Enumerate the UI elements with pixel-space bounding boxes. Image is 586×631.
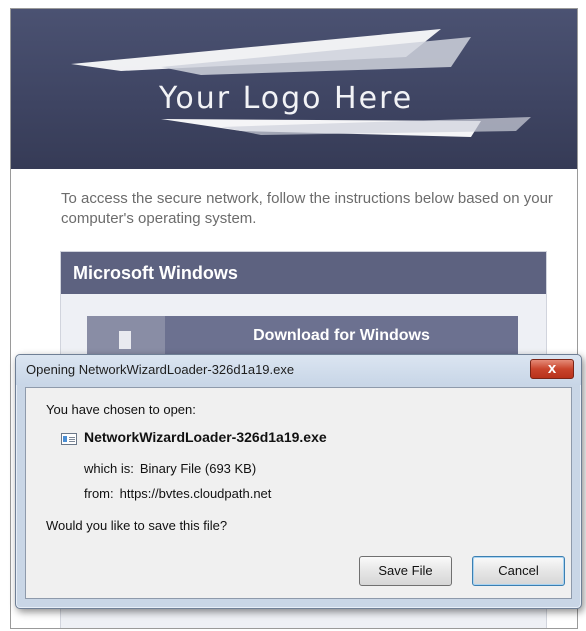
file-source-value: https://bvtes.cloudpath.net <box>119 486 272 501</box>
save-question: Would you like to save this file? <box>46 518 228 533</box>
file-type-key: which is: <box>84 461 134 476</box>
file-icon <box>61 433 77 445</box>
logo-banner: Your Logo Here <box>11 9 577 169</box>
windows-icon <box>119 331 131 349</box>
intro-text: To access the secure network, follow the… <box>61 190 553 227</box>
windows-panel-header: Microsoft Windows <box>61 252 546 294</box>
file-name: NetworkWizardLoader-326d1a19.exe <box>84 429 327 445</box>
file-type-value: Binary File (693 KB) <box>139 461 257 476</box>
cancel-button[interactable]: Cancel <box>472 556 565 586</box>
download-icon-box <box>87 316 165 358</box>
dialog-title: Opening NetworkWizardLoader-326d1a19.exe <box>26 362 295 377</box>
save-file-button[interactable]: Save File <box>359 556 452 586</box>
chosen-label: You have chosen to open: <box>46 402 196 417</box>
dialog-body: You have chosen to open: NetworkWizardLo… <box>25 387 572 599</box>
file-source-row: from: https://bvtes.cloudpath.net <box>84 486 271 501</box>
file-source-key: from: <box>84 486 114 501</box>
file-type-row: which is: Binary File (693 KB) <box>84 461 256 476</box>
close-button[interactable]: x <box>530 359 574 379</box>
dialog-titlebar[interactable]: Opening NetworkWizardLoader-326d1a19.exe… <box>16 355 581 385</box>
logo-text: Your Logo Here <box>159 81 414 116</box>
download-windows-button[interactable]: Download for Windows <box>87 316 518 358</box>
file-open-dialog: Opening NetworkWizardLoader-326d1a19.exe… <box>15 354 582 609</box>
download-button-label: Download for Windows <box>253 327 430 344</box>
